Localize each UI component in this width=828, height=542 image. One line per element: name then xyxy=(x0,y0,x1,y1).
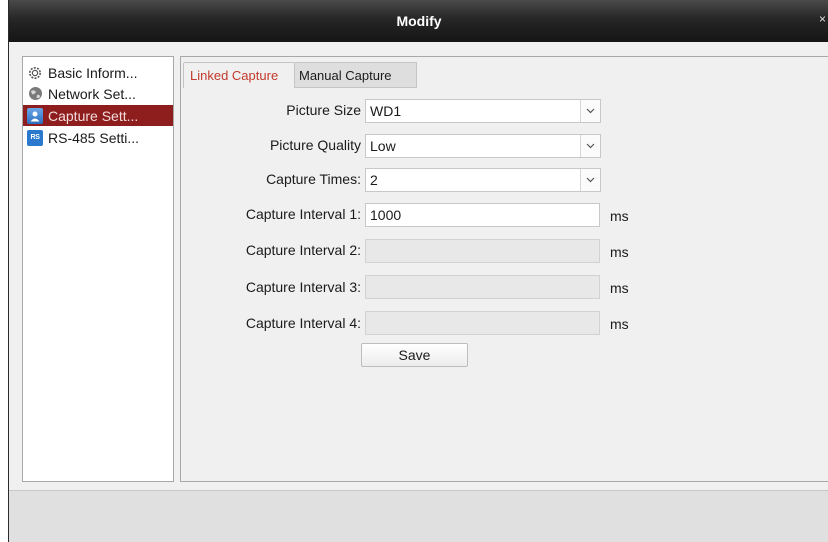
picture-quality-select[interactable]: Low xyxy=(365,134,601,158)
sidebar-item-label: Capture Sett... xyxy=(48,107,139,124)
settings-nav: Basic Inform... Network Set... Capture S… xyxy=(22,56,174,482)
settings-panel: Linked Capture Manual Capture Picture Si… xyxy=(180,56,828,482)
capture-interval-1-label: Capture Interval 1: xyxy=(245,206,361,222)
capture-times-label: Capture Times: xyxy=(266,171,361,187)
rs485-icon: RS xyxy=(27,129,43,146)
sidebar-item-label: Network Set... xyxy=(48,85,136,102)
title-bar: Modify × xyxy=(9,0,828,42)
capture-interval-2-unit: ms xyxy=(610,244,629,260)
capture-interval-2-input xyxy=(365,239,600,263)
picture-quality-value: Low xyxy=(370,138,396,154)
capture-times-select[interactable]: 2 xyxy=(365,168,601,192)
sidebar-item-label: Basic Inform... xyxy=(48,64,138,81)
globe-icon xyxy=(27,86,43,102)
tab-manual-capture[interactable]: Manual Capture xyxy=(295,62,417,88)
picture-size-select[interactable]: WD1 xyxy=(365,99,601,123)
picture-size-value: WD1 xyxy=(370,103,402,119)
capture-times-value: 2 xyxy=(370,172,378,188)
capture-interval-4-label: Capture Interval 4: xyxy=(245,315,361,331)
sidebar-item-label: RS-485 Setti... xyxy=(48,129,140,146)
capture-interval-3-input xyxy=(365,275,600,299)
save-button[interactable]: Save xyxy=(361,343,468,367)
close-icon[interactable]: × xyxy=(819,12,828,26)
capture-interval-4-input xyxy=(365,311,600,335)
chevron-down-icon[interactable] xyxy=(580,100,600,122)
capture-interval-1-unit: ms xyxy=(610,208,629,224)
dialog-title: Modify xyxy=(396,13,442,29)
capture-interval-3-label: Capture Interval 3: xyxy=(245,279,361,295)
gear-icon xyxy=(27,65,43,81)
picture-size-label: Picture Size xyxy=(286,102,361,118)
sidebar-item-capture-settings[interactable]: Capture Sett... xyxy=(23,105,173,126)
capture-interval-4-unit: ms xyxy=(610,316,629,332)
sidebar-item-rs485-settings[interactable]: RS RS-485 Setti... xyxy=(23,127,173,148)
dialog-footer xyxy=(9,490,828,542)
chevron-down-icon[interactable] xyxy=(580,135,600,157)
modify-dialog: Modify × Basic Inform... Network Set... xyxy=(8,0,828,542)
user-capture-icon xyxy=(27,107,43,124)
sidebar-item-basic-information[interactable]: Basic Inform... xyxy=(23,62,173,83)
sidebar-item-network-settings[interactable]: Network Set... xyxy=(23,83,173,104)
chevron-down-icon[interactable] xyxy=(580,169,600,191)
capture-interval-1-input[interactable]: 1000 xyxy=(365,203,600,227)
tab-linked-capture[interactable]: Linked Capture xyxy=(183,62,295,88)
capture-interval-3-unit: ms xyxy=(610,280,629,296)
capture-interval-2-label: Capture Interval 2: xyxy=(245,242,361,258)
picture-quality-label: Picture Quality xyxy=(269,137,361,153)
